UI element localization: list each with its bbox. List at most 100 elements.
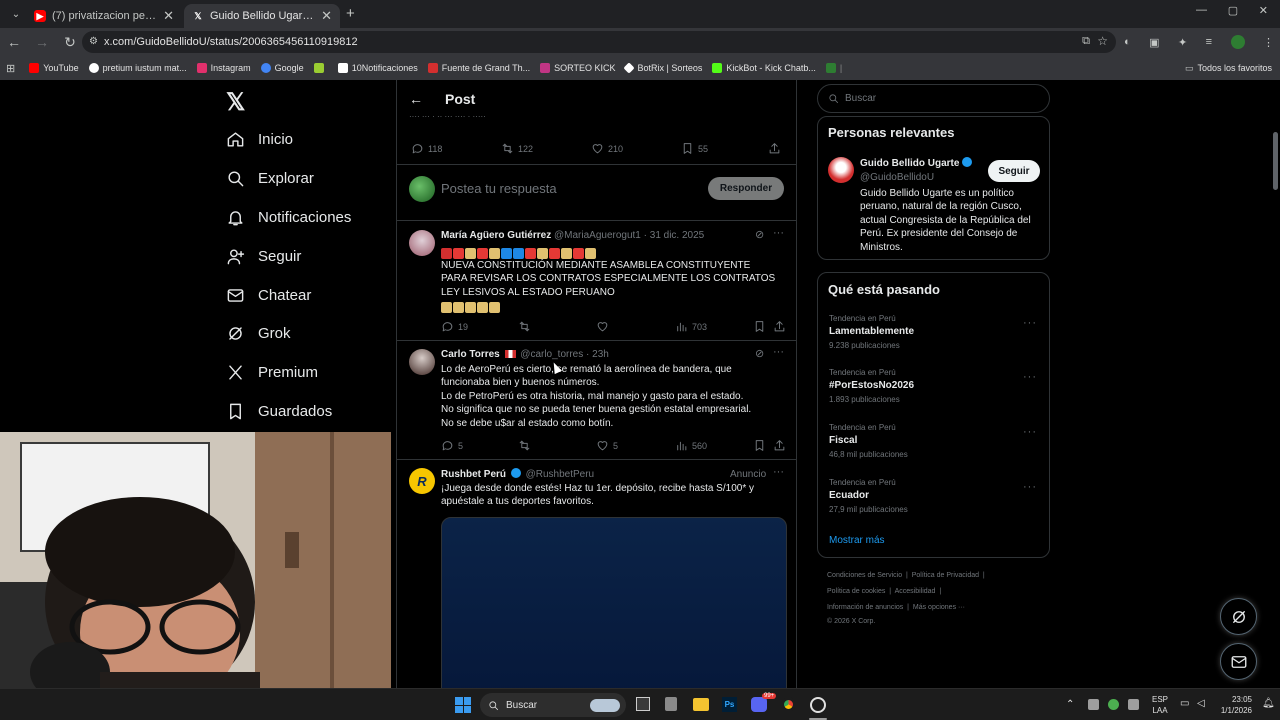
avatar[interactable] — [409, 230, 435, 256]
rushbet-logo[interactable]: R — [409, 468, 435, 494]
more-icon[interactable]: ··· — [1023, 317, 1037, 329]
bookmark-action[interactable] — [753, 439, 770, 452]
notification-bell-icon[interactable]: 🔔︎ — [1262, 698, 1275, 709]
tab-youtube[interactable]: ▶ (7) privatizacion petroperu - Yo ✕ — [26, 4, 182, 28]
bookmark-botrix[interactable]: BotRix | Sorteos — [623, 62, 702, 74]
close-window-icon[interactable]: ✕ — [1259, 4, 1268, 17]
reload-icon[interactable]: ↻ — [56, 28, 84, 56]
back-icon[interactable]: ← — [0, 28, 28, 56]
more-icon[interactable]: ··· — [1023, 481, 1037, 493]
new-tab-button[interactable]: + — [346, 5, 355, 22]
all-bookmarks[interactable]: ▭ Todos los favoritos — [1185, 63, 1272, 74]
nav-grok[interactable]: Grok — [226, 324, 291, 343]
reply-tweet[interactable]: Carlo Torres @carlo_torres · 23h ⊘ ··· L… — [397, 341, 796, 459]
reply-button[interactable]: Responder — [708, 177, 784, 200]
privacy-link[interactable]: Política de Privacidad — [912, 572, 979, 579]
bookmark-extension[interactable] — [313, 63, 328, 73]
search-box[interactable]: Buscar — [817, 84, 1050, 113]
nav-follow[interactable]: Seguir — [226, 247, 301, 266]
share-action[interactable] — [773, 439, 790, 452]
avatar[interactable] — [828, 157, 854, 183]
close-icon[interactable]: ✕ — [163, 8, 174, 24]
x-logo[interactable]: 𝕏 — [226, 88, 245, 117]
nav-premium[interactable]: Premium — [226, 363, 318, 382]
scroll-thumb[interactable] — [1273, 132, 1278, 190]
cookies-link[interactable]: Política de cookies — [827, 588, 885, 595]
bookmark-10notificaciones[interactable]: 10Notificaciones — [337, 63, 418, 73]
share-action[interactable] — [773, 320, 790, 333]
nav-bookmarks[interactable]: Guardados — [226, 402, 332, 421]
reply-action[interactable]: 5 — [441, 439, 463, 452]
repost-action[interactable] — [518, 320, 535, 333]
reply-action[interactable]: 19 — [441, 320, 468, 333]
bookmark-pretium[interactable]: pretium iustum mat... — [88, 63, 187, 73]
ads-info-link[interactable]: Información de anuncios — [827, 604, 903, 611]
maximize-icon[interactable]: ▢ — [1228, 4, 1238, 17]
star-icon[interactable]: ☆ — [1097, 34, 1108, 48]
address-bar[interactable]: ⚙ x.com/GuidoBellidoU/status/20063654561… — [82, 31, 1116, 53]
tweet-author[interactable]: María Agüero Gutiérrez @MariaAguerogut1 … — [441, 230, 704, 241]
tray-overflow-icon[interactable]: ⌃ — [1066, 699, 1074, 710]
bookmark-gta[interactable]: Fuente de Grand Th... — [427, 63, 530, 73]
reply-tweet[interactable]: María Agüero Gutiérrez @MariaAguerogut1 … — [397, 221, 796, 339]
tray-app-icon[interactable] — [1088, 699, 1099, 710]
more-icon[interactable]: ··· — [773, 346, 784, 358]
file-explorer-icon[interactable] — [693, 698, 709, 711]
more-options-link[interactable]: Más opciones ··· — [913, 604, 965, 611]
bookmark-action[interactable] — [753, 320, 770, 333]
bookmark-count[interactable]: 55 — [681, 142, 708, 155]
repost-count[interactable]: 122 — [501, 142, 533, 155]
chrome-icon[interactable] — [781, 697, 796, 712]
clock[interactable]: 23:05 1/1/2026 — [1214, 694, 1252, 716]
like-count[interactable]: 210 — [591, 142, 623, 155]
grok-fab[interactable] — [1220, 598, 1257, 635]
extension-icon[interactable]: ▣ — [1149, 36, 1159, 49]
reply-count[interactable]: 118 — [411, 142, 442, 155]
bookmark-google[interactable]: Google — [260, 63, 304, 73]
bookmark-extra[interactable]: | — [825, 63, 842, 73]
tray-app-icon[interactable] — [1108, 699, 1119, 710]
like-action[interactable] — [596, 320, 613, 333]
share-button[interactable] — [768, 142, 785, 155]
forward-icon[interactable]: → — [28, 28, 56, 56]
show-more-link[interactable]: Mostrar más — [829, 535, 885, 546]
minimize-icon[interactable]: — — [1196, 4, 1207, 17]
bookmark-instagram[interactable]: Instagram — [196, 63, 251, 73]
avatar[interactable] — [409, 349, 435, 375]
discord-icon[interactable] — [751, 697, 767, 712]
language-indicator[interactable]: ESP LAA — [1152, 694, 1168, 716]
obs-icon[interactable] — [810, 697, 826, 713]
tab-x-post[interactable]: 𝕏 Guido Bellido Ugarte en X: "Co ✕ — [184, 4, 340, 28]
tweet-author[interactable]: Carlo Torres @carlo_torres · 23h — [441, 349, 609, 360]
back-arrow-icon[interactable]: ← — [409, 91, 423, 107]
close-icon[interactable]: ✕ — [321, 8, 332, 24]
ad-tweet[interactable]: R Rushbet Perú @RushbetPeru Anuncio ··· … — [397, 460, 796, 688]
volume-icon[interactable]: ◁ — [1197, 698, 1205, 709]
task-view-icon[interactable] — [636, 697, 650, 711]
site-info-icon[interactable]: ⚙ — [89, 36, 98, 47]
bookmark-sorteo-kick[interactable]: SORTEO KICK — [540, 63, 615, 73]
install-icon[interactable]: ⧉ — [1082, 35, 1090, 48]
more-icon[interactable]: ··· — [1023, 426, 1037, 438]
photoshop-icon[interactable]: Ps — [722, 697, 737, 712]
views-count[interactable]: 703 — [675, 320, 707, 333]
terms-link[interactable]: Condiciones de Servicio — [827, 572, 902, 579]
app-icon[interactable] — [665, 697, 677, 711]
trend-item[interactable]: Tendencia en Perú #PorEstosNo2026 1.893 … — [829, 368, 914, 404]
follow-button[interactable]: Seguir — [988, 160, 1040, 182]
extension-icon[interactable]: ◐ — [1124, 36, 1131, 48]
user-avatar[interactable] — [409, 176, 435, 202]
profile-avatar[interactable] — [1230, 35, 1245, 49]
puzzle-icon[interactable]: ✦ — [1178, 36, 1187, 49]
grok-icon[interactable]: ⊘ — [755, 347, 764, 360]
more-icon[interactable]: ··· — [773, 466, 784, 478]
repost-action[interactable] — [518, 439, 535, 452]
more-icon[interactable]: ··· — [1023, 371, 1037, 383]
grok-icon[interactable]: ⊘ — [755, 228, 764, 241]
nav-home[interactable]: Inicio — [226, 130, 293, 149]
like-action[interactable]: 5 — [596, 439, 618, 452]
bookmark-kickbot[interactable]: KickBot - Kick Chatb... — [712, 63, 816, 73]
trend-item[interactable]: Tendencia en Perú Lamentablemente 9.238 … — [829, 314, 914, 350]
accessibility-link[interactable]: Accesibilidad — [895, 588, 936, 595]
bookmark-youtube[interactable]: YouTube — [29, 63, 79, 73]
